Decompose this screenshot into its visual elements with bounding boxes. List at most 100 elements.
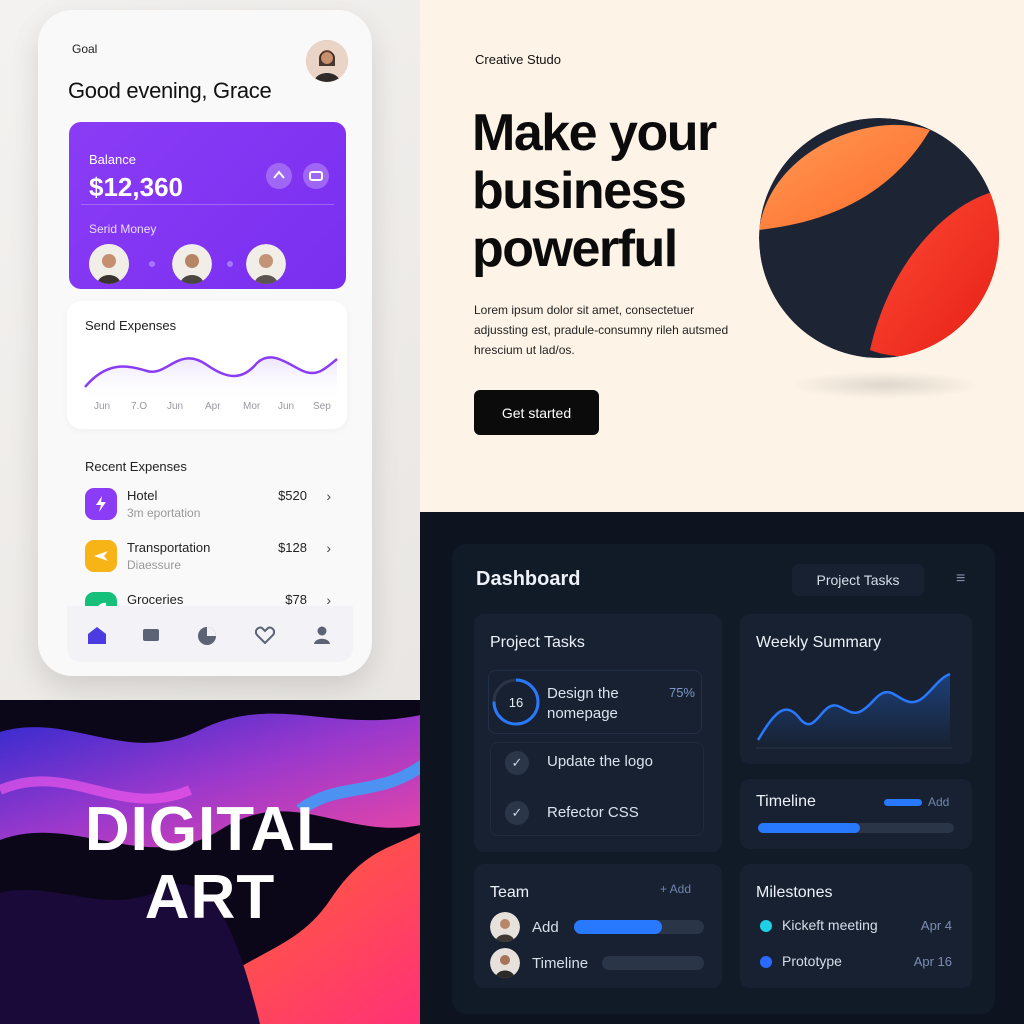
weekly-line-chart	[756, 672, 952, 749]
task-text: Refector CSS	[547, 804, 639, 821]
member-progress-track	[574, 920, 704, 934]
headline-line: powerful	[472, 220, 678, 278]
greeting-title: Good evening, Grace	[68, 78, 272, 103]
member-name: Add	[532, 919, 559, 936]
hero-sphere-illustration	[759, 118, 999, 399]
dashboard-panel: Dashboard Project Tasks ≡ Project Tasks …	[420, 512, 1024, 1024]
member-avatar[interactable]	[490, 912, 520, 942]
item-name: Groceries	[127, 592, 184, 607]
item-name: Hotel	[127, 488, 158, 503]
item-amount: $128	[278, 540, 307, 555]
dashboard-window: Dashboard Project Tasks ≡ Project Tasks …	[452, 544, 995, 1014]
month-tick: Sep	[313, 401, 331, 412]
timeline-card: Timeline Add	[740, 779, 972, 849]
card-title: Team	[490, 884, 530, 901]
milestone-date: Apr 16	[913, 954, 952, 969]
item-amount: $78	[285, 592, 307, 607]
tab-project-tasks[interactable]: Project Tasks	[792, 564, 924, 596]
transfer-icon[interactable]	[266, 163, 292, 189]
project-tasks-card: Project Tasks 16 Design the nomepage 75%…	[474, 614, 722, 852]
creative-studio-hero: Creative Studo Make your business powerf…	[420, 0, 1024, 512]
menu-icon[interactable]: ≡	[956, 570, 965, 588]
card-title: Timeline	[756, 793, 816, 810]
home-icon[interactable]	[87, 626, 107, 649]
headline-line: Make your	[472, 104, 717, 162]
task-text: Update the logo	[547, 753, 653, 770]
art-title-line: DIGITAL	[84, 795, 336, 864]
milestone-name[interactable]: Prototype	[782, 953, 842, 969]
check-icon[interactable]: ✓	[505, 801, 529, 825]
task-item[interactable]: ✓ Update the logo ✓ Refector CSS	[490, 742, 704, 836]
milestone-name[interactable]: Kickeft meeting	[782, 917, 878, 933]
balance-value: $12,360	[89, 172, 183, 202]
expenses-chart-card: Send Expenses Jun 7.O Jun Apr Mor Jun Se…	[67, 301, 347, 429]
milestone-dot	[760, 920, 772, 932]
list-item[interactable]: Hotel 3m eportation $520 ›	[85, 488, 337, 528]
member-progress-fill	[574, 920, 663, 934]
month-tick: Jun	[278, 401, 295, 412]
item-name: Transportation	[127, 540, 211, 555]
member-avatar[interactable]	[490, 948, 520, 978]
month-tick: Apr	[205, 401, 221, 412]
member-name: Timeline	[532, 955, 589, 972]
get-started-button[interactable]: Get started	[474, 390, 599, 435]
user-avatar[interactable]	[306, 40, 348, 82]
plane-icon	[85, 540, 117, 572]
balance-card[interactable]: Balance $12,360 Serid Money	[69, 122, 346, 289]
expenses-area	[85, 357, 337, 401]
balance-label: Balance	[89, 152, 136, 167]
month-tick: Jun	[94, 401, 111, 412]
contact-avatar[interactable]	[89, 244, 129, 284]
milestone-date: Apr 4	[920, 918, 952, 933]
hero-description: Lorem ipsum dolor sit amet, consectetuer…	[474, 303, 729, 357]
bolt-icon	[85, 488, 117, 520]
weekly-summary-card: Weekly Summary	[740, 614, 972, 764]
send-money-label: Serid Money	[89, 222, 157, 236]
timeline-add-button[interactable]: Add	[928, 795, 949, 809]
task-text: nomepage	[547, 705, 618, 722]
contact-avatar[interactable]	[172, 244, 212, 284]
recent-expenses-title: Recent Expenses	[85, 459, 187, 474]
team-add-button[interactable]: + Add	[660, 882, 691, 896]
team-card: Team + Add Add Timeline	[474, 864, 722, 988]
contact-avatar[interactable]	[246, 244, 286, 284]
separator-dot	[149, 261, 155, 267]
card-divider	[81, 204, 334, 205]
item-amount: $520	[278, 488, 307, 503]
member-progress-track	[602, 956, 704, 970]
month-tick: 7.O	[131, 401, 148, 412]
timeline-add-indicator	[884, 799, 922, 806]
separator-dot	[227, 261, 233, 267]
month-tick: Mor	[243, 401, 261, 412]
chevron-right-icon[interactable]: ›	[326, 488, 331, 504]
milestone-dot	[760, 956, 772, 968]
task-item[interactable]: 16 Design the nomepage 75%	[488, 670, 702, 734]
headline-line: business	[472, 162, 687, 220]
chevron-right-icon[interactable]: ›	[326, 540, 331, 556]
brand-name: Creative Studo	[475, 52, 561, 67]
chart-icon[interactable]	[197, 626, 217, 651]
card-title: Project Tasks	[490, 634, 585, 651]
digital-art-poster: DIGITAL ART	[0, 700, 420, 1024]
phone-frame: Goal Good evening, Grace Balance $12,360…	[38, 10, 372, 676]
milestones-card: Milestones Kickeft meeting Apr 4 Prototy…	[740, 864, 972, 988]
ring-value: 16	[508, 695, 524, 710]
art-title: DIGITAL ART	[0, 796, 420, 932]
goal-label: Goal	[72, 42, 98, 56]
item-sub: 3m eportation	[127, 506, 201, 520]
dashboard-title: Dashboard	[476, 568, 581, 590]
mobile-finance-panel: Goal Good evening, Grace Balance $12,360…	[0, 0, 420, 700]
card-title: Milestones	[756, 884, 833, 901]
heart-icon[interactable]	[254, 626, 276, 649]
timeline-progress-track	[758, 823, 954, 833]
check-icon[interactable]: ✓	[505, 751, 529, 775]
art-title-line: ART	[144, 863, 276, 932]
task-percent: 75%	[668, 685, 695, 700]
item-sub: Diaessure	[127, 558, 182, 572]
timeline-progress-fill	[758, 823, 860, 833]
profile-icon[interactable]	[313, 626, 331, 649]
list-item[interactable]: Transportation Diaessure $128 ›	[85, 540, 337, 580]
card-icon[interactable]	[303, 163, 329, 189]
wallet-icon[interactable]	[142, 626, 160, 647]
card-title: Weekly Summary	[756, 634, 882, 651]
